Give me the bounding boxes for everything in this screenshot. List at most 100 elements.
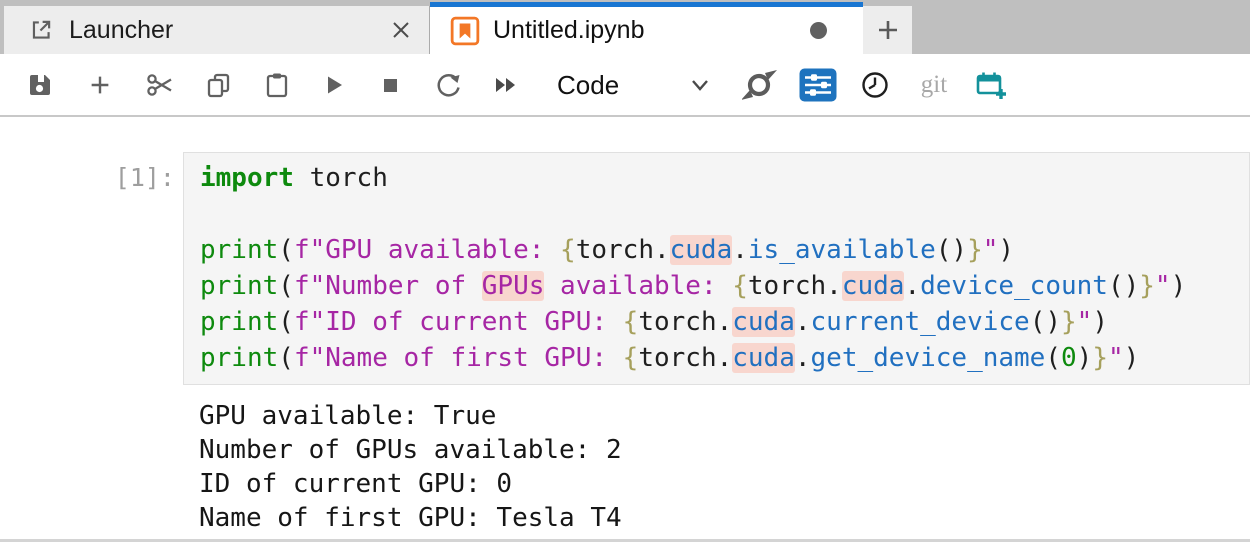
close-tab-icon[interactable] [389, 18, 413, 42]
code-token: . [794, 307, 811, 337]
output-line: ID of current GPU: 0 [199, 469, 513, 499]
code-token: f"GPU available: [293, 235, 561, 265]
tab-launcher[interactable]: Launcher [4, 6, 430, 54]
code-token: ( [278, 271, 294, 301]
execution-history-button[interactable] [855, 63, 895, 107]
code-line: import torch [200, 160, 1249, 196]
code-token: ) [1076, 343, 1093, 373]
notebook-toolbar: Code git [0, 54, 1250, 117]
insert-cell-icon [87, 72, 113, 98]
output-line: Name of first GPU: Tesla T4 [199, 503, 622, 533]
code-token: { [622, 307, 639, 337]
code-token: device_count [920, 271, 1108, 301]
code-token: ) [998, 235, 1015, 265]
restart-kernel-button[interactable] [428, 63, 468, 107]
fast-forward-icon [492, 71, 520, 99]
code-token: () [1107, 271, 1140, 301]
code-token: . [732, 235, 748, 265]
code-cell-editor[interactable]: import torch print(f"GPU available: {torc… [183, 152, 1250, 385]
code-token: 0 [1061, 343, 1077, 373]
code-token: ( [278, 307, 294, 337]
insert-cell-button[interactable] [80, 63, 120, 107]
calendar-plus-icon [975, 69, 1007, 101]
code-token: } [1139, 271, 1155, 301]
cut-cells-button[interactable] [140, 63, 180, 107]
code-token: " [982, 235, 999, 265]
code-token: f"Number of [293, 271, 482, 301]
code-token: available: [544, 271, 733, 301]
code-token: GPUs [481, 271, 545, 301]
code-token: torch [293, 163, 388, 193]
execution-count-prompt: [1]: [114, 163, 175, 192]
code-line: print(f"Number of GPUs available: {torch… [200, 268, 1249, 304]
code-token: ) [1092, 307, 1108, 337]
code-formatter-button[interactable] [740, 63, 780, 107]
cut-icon [146, 71, 174, 99]
code-token: is_available [747, 235, 936, 265]
save-button[interactable] [20, 63, 60, 107]
code-token: " [1076, 307, 1093, 337]
code-line: print(f"ID of current GPU: {torch.cuda.c… [200, 304, 1249, 340]
output-line: GPU available: True [199, 401, 497, 431]
copy-icon [205, 71, 233, 99]
stop-icon [376, 71, 404, 99]
code-token: () [935, 235, 968, 265]
settings-sliders-button[interactable] [796, 63, 840, 107]
unsaved-indicator[interactable] [810, 22, 827, 39]
tab-notebook-label: Untitled.ipynb [493, 16, 645, 44]
code-token: torch. [638, 343, 733, 373]
code-token: torch. [747, 271, 842, 301]
cell-type-label: Code [557, 69, 620, 100]
code-token: " [1154, 271, 1171, 301]
git-toolbar-label[interactable]: git [910, 64, 958, 106]
code-token: print [200, 271, 279, 301]
chevron-down-icon [688, 76, 712, 94]
notebook-panel: [1]: import torch print(f"GPU available: … [0, 117, 1250, 542]
code-token: ( [278, 343, 294, 373]
restart-icon [434, 71, 462, 99]
interrupt-kernel-button[interactable] [370, 63, 410, 107]
code-token: ) [1123, 343, 1140, 373]
output-line: Number of GPUs available: 2 [199, 435, 622, 465]
code-token: cuda [732, 307, 795, 337]
code-token: } [1061, 307, 1077, 337]
code-token: " [1107, 343, 1124, 373]
notebook-icon [450, 16, 480, 46]
run-icon [319, 71, 347, 99]
code-token: { [732, 271, 748, 301]
code-token: f"Name of first GPU: [293, 343, 623, 373]
copy-cells-button[interactable] [199, 63, 239, 107]
code-token: ( [1045, 343, 1061, 373]
code-token: get_device_name [810, 343, 1046, 373]
save-icon [26, 71, 54, 99]
tab-launcher-label: Launcher [69, 15, 174, 44]
code-token: cuda [732, 343, 795, 373]
code-token: { [622, 343, 639, 373]
create-schedule-button[interactable] [971, 63, 1011, 107]
code-token: f"ID of current GPU: [293, 307, 623, 337]
restart-run-all-button[interactable] [486, 63, 526, 107]
code-token: ( [278, 235, 294, 265]
formatter-swoosh-icon [742, 69, 778, 101]
code-token: cuda [669, 235, 733, 265]
code-token: print [200, 343, 279, 373]
cell-output-area: GPU available: True Number of GPUs availa… [199, 399, 1240, 535]
tab-bar-spacer [912, 0, 1250, 54]
jupyterlab-window: Launcher Untitled.ipynb Code git [1]: im… [0, 0, 1250, 542]
code-token: } [967, 235, 983, 265]
code-token: print [200, 307, 279, 337]
plus-icon [874, 16, 902, 44]
code-token: () [1029, 307, 1061, 337]
code-token: } [1092, 343, 1108, 373]
code-token: import [200, 163, 294, 193]
run-cell-button[interactable] [313, 63, 353, 107]
tab-notebook[interactable]: Untitled.ipynb [430, 2, 863, 54]
code-token: { [560, 235, 576, 265]
cell-type-dropdown[interactable]: Code [543, 64, 718, 106]
code-line: print(f"Name of first GPU: {torch.cuda.g… [200, 340, 1249, 376]
new-tab-button[interactable] [863, 6, 912, 54]
history-clock-icon [860, 70, 890, 100]
paste-cells-button[interactable] [257, 63, 297, 107]
code-token: torch. [575, 235, 670, 265]
